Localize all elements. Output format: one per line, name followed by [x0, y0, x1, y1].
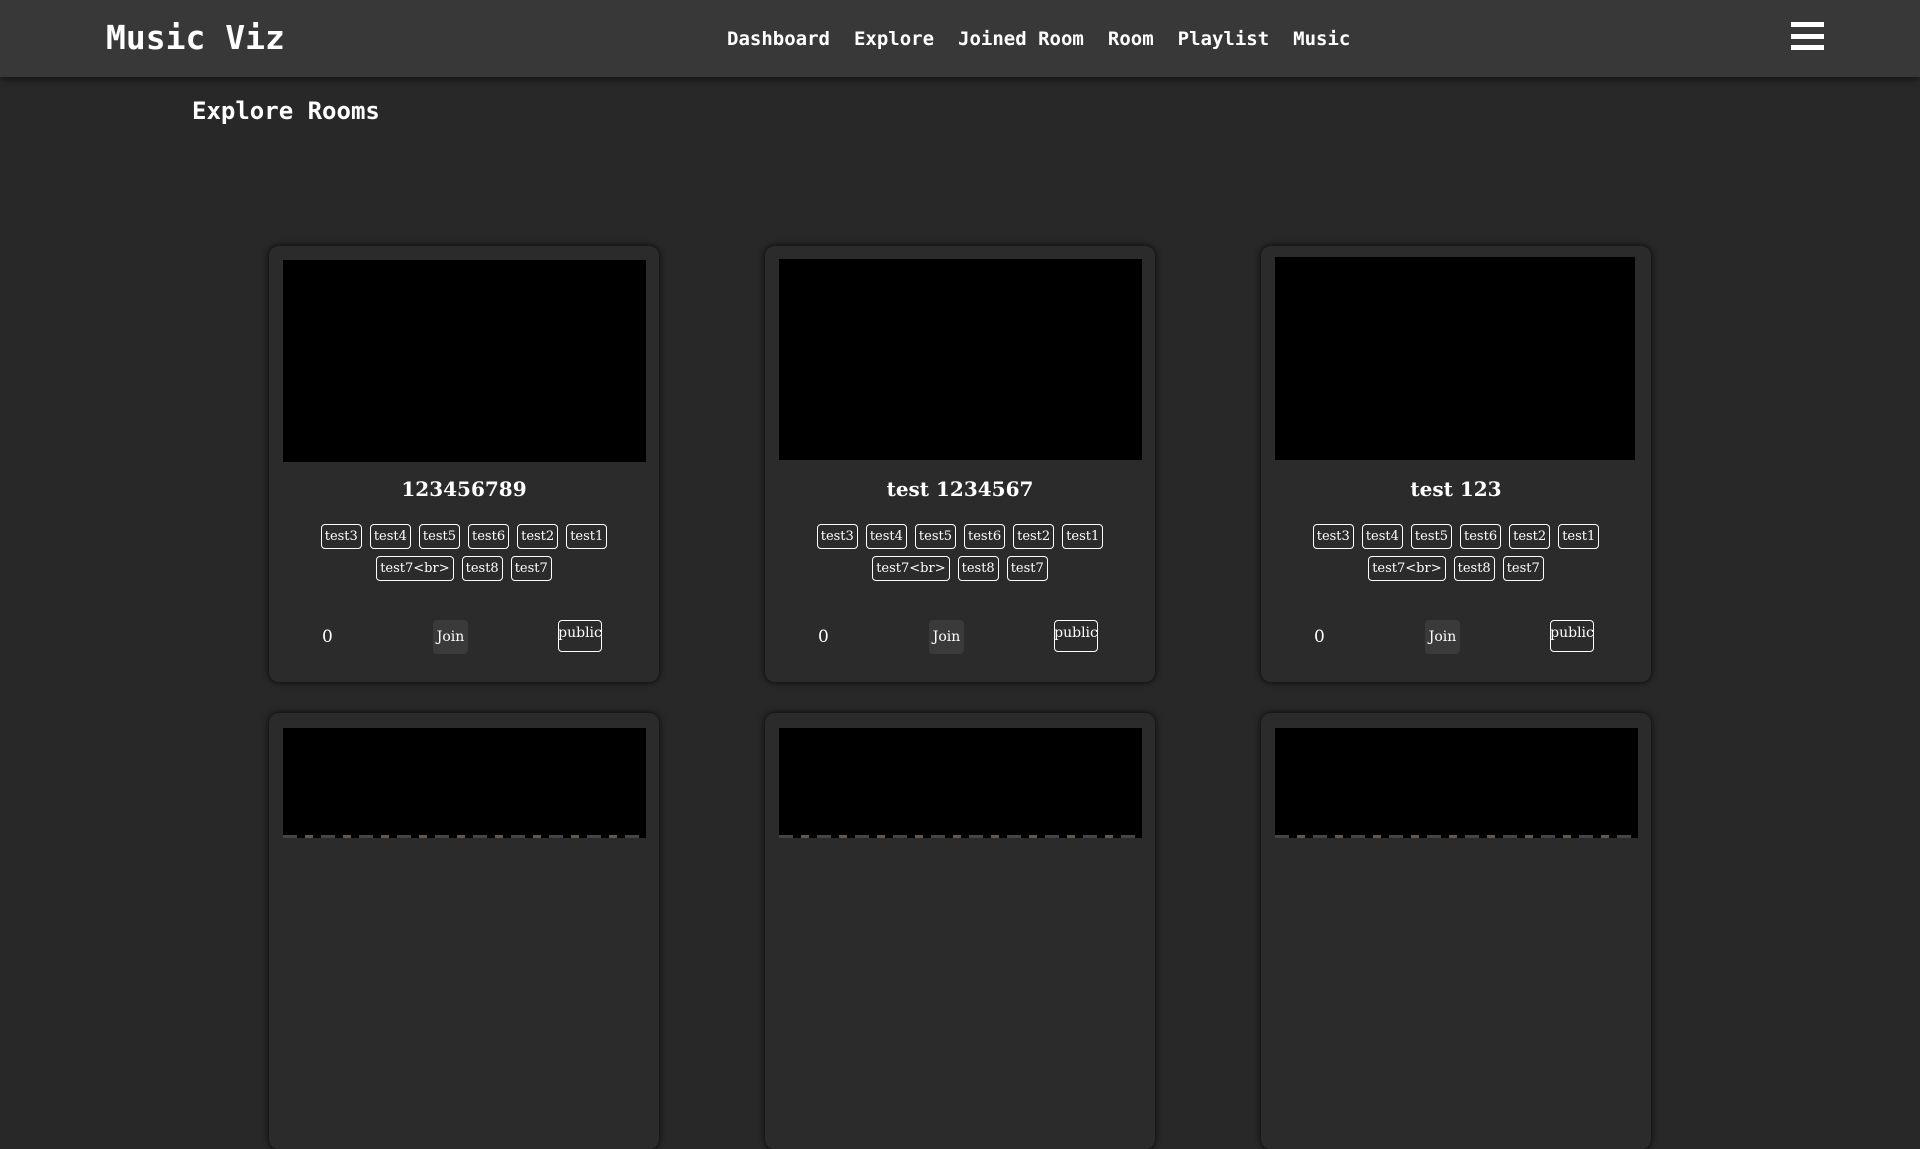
tag-chip[interactable]: test3 [1312, 524, 1354, 549]
nav-link-music[interactable]: Music [1293, 28, 1350, 50]
room-name: test 1234567 [886, 477, 1034, 501]
tag-chip[interactable]: test7<br> [872, 556, 950, 581]
tag-chip[interactable]: test6 [468, 524, 510, 549]
room-card[interactable]: test 1234567 test3 test4 test5 test6 tes… [765, 246, 1155, 682]
room-artwork[interactable] [283, 260, 646, 462]
tag-chip[interactable]: test8 [1453, 556, 1495, 581]
join-button[interactable]: Join [433, 620, 468, 654]
join-button[interactable]: Join [929, 620, 964, 654]
room-card[interactable] [1261, 713, 1651, 1149]
tag-chip[interactable]: test4 [865, 524, 907, 549]
tag-chip[interactable]: test8 [461, 556, 503, 581]
room-artwork[interactable] [1275, 257, 1635, 460]
room-name: test 123 [1410, 477, 1502, 501]
room-tags: test3 test4 test5 test6 test2 test1 test… [289, 524, 639, 581]
room-name: 123456789 [401, 477, 527, 501]
tag-chip[interactable]: test2 [1509, 524, 1551, 549]
room-artwork[interactable] [1275, 728, 1638, 838]
tag-chip[interactable]: test7<br> [376, 556, 454, 581]
nav-links: Dashboard Explore Joined Room Room Playl… [727, 28, 1350, 50]
room-card[interactable] [765, 713, 1155, 1149]
room-card[interactable]: test 123 test3 test4 test5 test6 test2 t… [1261, 246, 1651, 682]
page-title: Explore Rooms [192, 97, 380, 125]
top-navbar: Music Viz Dashboard Explore Joined Room … [0, 0, 1920, 77]
tag-chip[interactable]: test4 [369, 524, 411, 549]
nav-link-joined-room[interactable]: Joined Room [958, 28, 1084, 50]
tag-chip[interactable]: test8 [957, 556, 999, 581]
visibility-badge[interactable]: public [558, 620, 602, 652]
nav-link-room[interactable]: Room [1108, 28, 1154, 50]
room-artwork[interactable] [779, 728, 1142, 838]
artwork-strip [1275, 835, 1638, 838]
tag-chip[interactable]: test5 [1410, 524, 1452, 549]
hamburger-menu-icon[interactable] [1791, 22, 1824, 50]
tag-chip[interactable]: test6 [1460, 524, 1502, 549]
nav-link-playlist[interactable]: Playlist [1178, 28, 1270, 50]
tag-chip[interactable]: test3 [320, 524, 362, 549]
room-artwork[interactable] [779, 259, 1142, 460]
room-card[interactable]: 123456789 test3 test4 test5 test6 test2 … [269, 246, 659, 682]
tag-chip[interactable]: test5 [418, 524, 460, 549]
tag-chip[interactable]: test5 [914, 524, 956, 549]
tag-chip[interactable]: test2 [517, 524, 559, 549]
artwork-strip [779, 835, 1142, 838]
tag-chip[interactable]: test2 [1013, 524, 1055, 549]
member-count: 0 [322, 627, 333, 647]
tag-chip[interactable]: test1 [1062, 524, 1104, 549]
hamburger-line [1791, 22, 1824, 27]
hamburger-line [1791, 45, 1824, 50]
member-count: 0 [818, 627, 829, 647]
tag-chip[interactable]: test1 [1558, 524, 1600, 549]
room-card[interactable] [269, 713, 659, 1149]
nav-link-explore[interactable]: Explore [854, 28, 934, 50]
member-count: 0 [1314, 627, 1325, 647]
tag-chip[interactable]: test7 [1006, 556, 1048, 581]
artwork-strip [283, 835, 646, 838]
room-tags: test3 test4 test5 test6 test2 test1 test… [785, 524, 1135, 581]
tag-chip[interactable]: test7 [510, 556, 552, 581]
brand-title[interactable]: Music Viz [106, 18, 285, 57]
tag-chip[interactable]: test4 [1361, 524, 1403, 549]
tag-chip[interactable]: test3 [816, 524, 858, 549]
room-tags: test3 test4 test5 test6 test2 test1 test… [1281, 524, 1631, 581]
tag-chip[interactable]: test6 [964, 524, 1006, 549]
tag-chip[interactable]: test7<br> [1368, 556, 1446, 581]
join-button[interactable]: Join [1425, 620, 1460, 654]
visibility-badge[interactable]: public [1054, 620, 1098, 652]
tag-chip[interactable]: test7 [1502, 556, 1544, 581]
nav-link-dashboard[interactable]: Dashboard [727, 28, 830, 50]
tag-chip[interactable]: test1 [566, 524, 608, 549]
hamburger-line [1791, 33, 1824, 39]
room-artwork[interactable] [283, 728, 646, 838]
visibility-badge[interactable]: public [1550, 620, 1594, 652]
